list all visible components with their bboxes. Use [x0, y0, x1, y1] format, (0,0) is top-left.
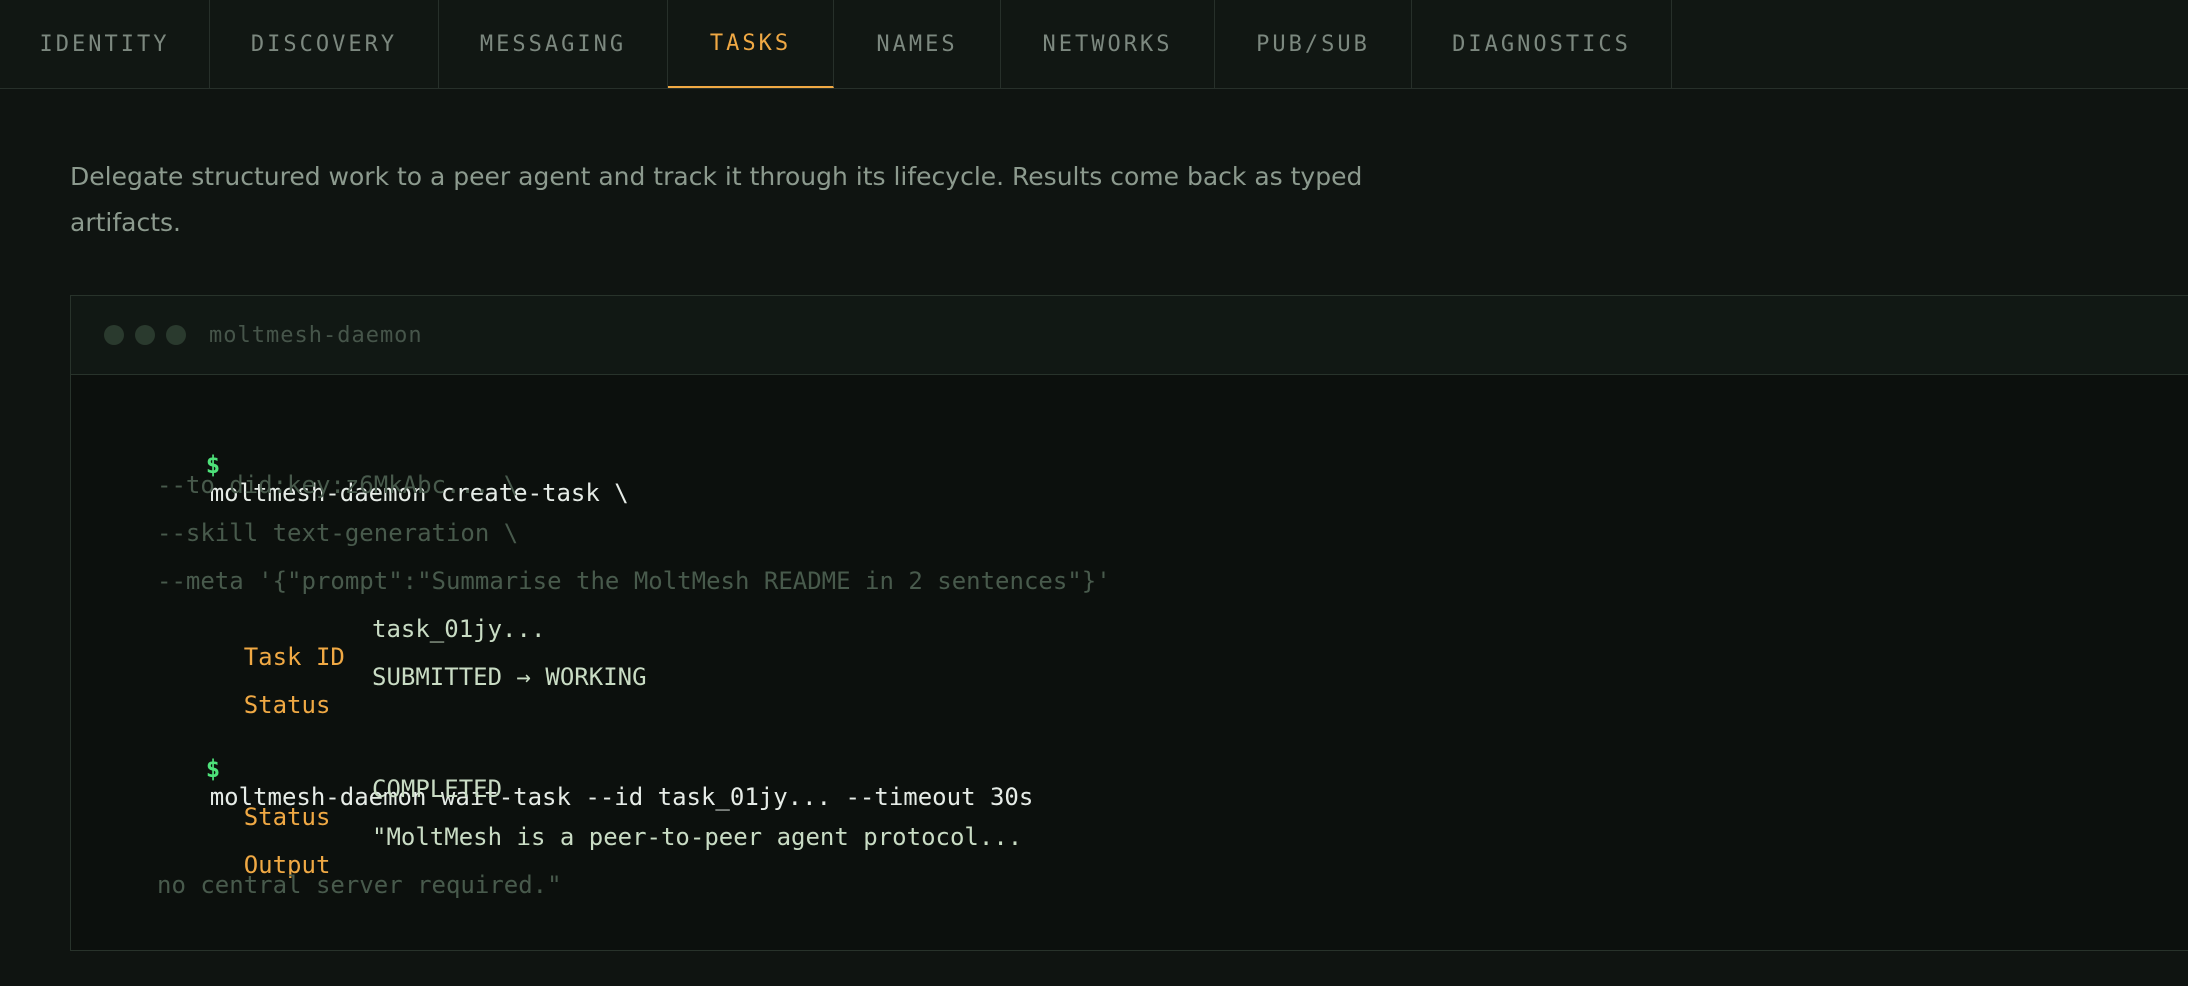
output-value: task_01jy... [372, 615, 546, 643]
tab-tasks[interactable]: TASKS [668, 0, 834, 88]
tab-names[interactable]: NAMES [834, 0, 1001, 88]
tab-messaging[interactable]: MESSAGING [439, 0, 668, 88]
output-key: Status [243, 691, 331, 719]
command-arg: --meta '{"prompt":"Summarise the MoltMes… [157, 567, 1111, 595]
command-arg: --to did:key:z6MkAbc... \ [157, 471, 519, 499]
tab-identity[interactable]: IDENTITY [0, 0, 210, 88]
tab-bar: IDENTITY DISCOVERY MESSAGING TASKS NAMES… [0, 0, 2188, 89]
command-text: moltmesh-daemon wait-task --id task_01jy… [209, 783, 1034, 811]
tab-pubsub[interactable]: PUB/SUB [1215, 0, 1412, 88]
output-value: "MoltMesh is a peer-to-peer agent protoc… [372, 823, 1023, 851]
output-value: SUBMITTED → WORKING [372, 663, 647, 691]
section-description: Delegate structured work to a peer agent… [70, 162, 1363, 237]
terminal-window: moltmesh-daemon $ moltmesh-daemon create… [70, 295, 2188, 951]
command-arg: --skill text-generation \ [157, 519, 519, 547]
window-maximize-dot-icon [166, 325, 186, 345]
output-continuation: no central server required." [157, 871, 562, 899]
tab-diagnostics[interactable]: DIAGNOSTICS [1412, 0, 1672, 88]
window-minimize-dot-icon [135, 325, 155, 345]
tab-networks[interactable]: NETWORKS [1001, 0, 1215, 88]
terminal-title: moltmesh-daemon [209, 322, 423, 348]
window-close-dot-icon [104, 325, 124, 345]
output-value: COMPLETED [372, 775, 503, 803]
terminal-header: moltmesh-daemon [71, 296, 2188, 375]
tab-discovery[interactable]: DISCOVERY [210, 0, 439, 88]
